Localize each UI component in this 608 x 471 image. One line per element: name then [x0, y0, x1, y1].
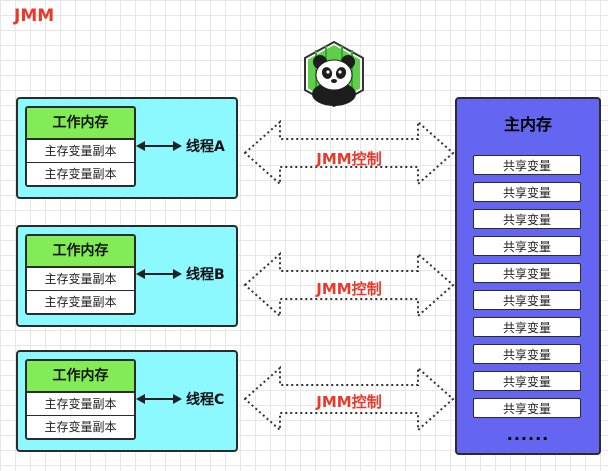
- work-memory: 工作内存 主存变量副本 主存变量副本: [25, 359, 136, 440]
- thread-c-box: 工作内存 主存变量副本 主存变量副本 线程C: [16, 350, 238, 452]
- variable-copy: 主存变量副本: [27, 415, 134, 438]
- shared-variable: 共享变量: [473, 182, 581, 202]
- shared-variable: 共享变量: [473, 236, 581, 256]
- work-memory-title: 工作内存: [27, 361, 134, 392]
- thread-a-box: 工作内存 主存变量副本 主存变量副本 线程A: [16, 97, 238, 199]
- main-memory-box: 主内存 共享变量 共享变量 共享变量 共享变量 共享变量 共享变量 共享变量 共…: [455, 97, 601, 455]
- shared-variable: 共享变量: [473, 155, 581, 175]
- variable-copy: 主存变量副本: [27, 392, 134, 415]
- shared-variable: 共享变量: [473, 290, 581, 310]
- diagram-title: JMM: [14, 6, 55, 26]
- jmm-control-label: JMM控制: [316, 393, 382, 411]
- shared-variable: 共享变量: [473, 344, 581, 364]
- main-memory-title: 主内存: [503, 115, 552, 134]
- double-arrow-icon: [136, 141, 182, 151]
- thread-label: 线程B: [186, 267, 225, 283]
- thread-label: 线程C: [186, 392, 225, 408]
- shared-variable: 共享变量: [473, 398, 581, 418]
- shared-variable: 共享变量: [473, 317, 581, 337]
- variable-copy: 主存变量副本: [27, 162, 134, 185]
- thread-label: 线程A: [186, 139, 225, 155]
- jmm-control-label: JMM控制: [316, 280, 382, 298]
- thread-b-box: 工作内存 主存变量副本 主存变量副本 线程B: [16, 225, 238, 327]
- variable-copy: 主存变量副本: [27, 290, 134, 313]
- more-ellipsis: ......: [506, 425, 550, 444]
- work-memory: 工作内存 主存变量副本 主存变量副本: [25, 234, 136, 315]
- jmm-control-label: JMM控制: [316, 150, 382, 168]
- work-memory-title: 工作内存: [27, 236, 134, 267]
- shared-variable: 共享变量: [473, 371, 581, 391]
- shared-variable: 共享变量: [473, 209, 581, 229]
- double-arrow-icon: [136, 394, 182, 404]
- variable-copy: 主存变量副本: [27, 267, 134, 290]
- double-arrow-icon: [136, 269, 182, 279]
- work-memory-title: 工作内存: [27, 108, 134, 139]
- shared-variable: 共享变量: [473, 263, 581, 283]
- work-memory: 工作内存 主存变量副本 主存变量副本: [25, 106, 136, 187]
- panda-logo-icon: [304, 40, 364, 108]
- variable-copy: 主存变量副本: [27, 139, 134, 162]
